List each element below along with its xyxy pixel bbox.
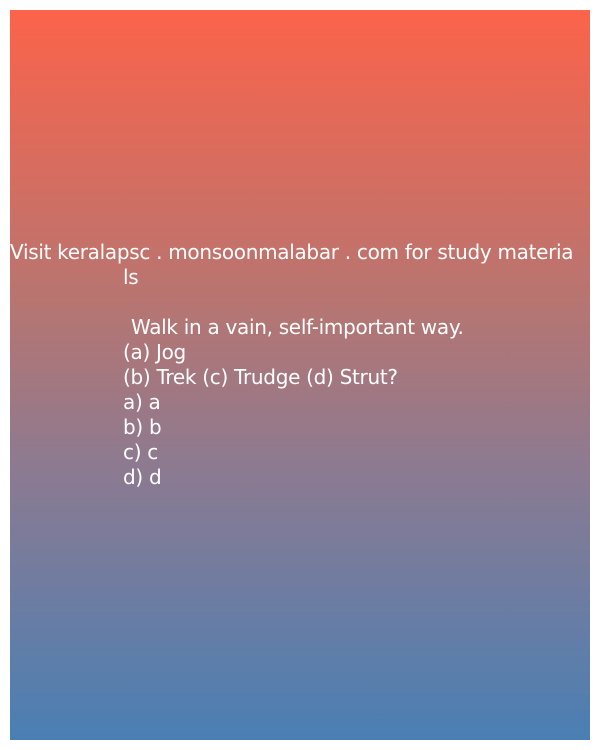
- answer-option-d: d) d: [123, 465, 162, 489]
- answer-option-c: c) c: [123, 440, 158, 464]
- question-options-line-2: (b) Trek (c) Trudge (d) Strut?: [123, 365, 398, 389]
- question-text: Walk in a vain, self-important way.: [131, 315, 464, 339]
- answer-option-a: a) a: [123, 390, 161, 414]
- question-card: Visit keralapsc . monsoonmalabar . com f…: [10, 10, 590, 740]
- question-options-line-1: (a) Jog: [123, 340, 186, 364]
- answer-option-b: b) b: [123, 415, 162, 439]
- promo-text-wrap: ls: [123, 265, 139, 289]
- promo-text: Visit keralapsc . monsoonmalabar . com f…: [10, 240, 574, 264]
